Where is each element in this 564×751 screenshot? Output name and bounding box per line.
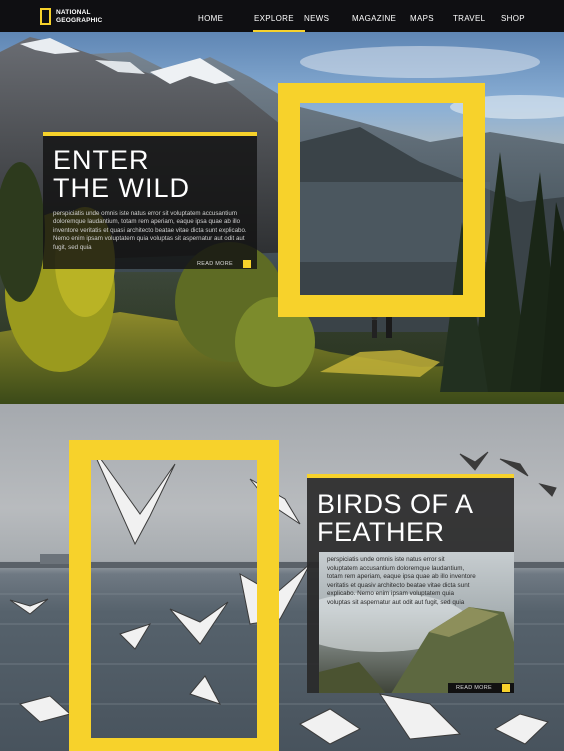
read-more-label: READ MORE	[196, 261, 233, 267]
enter-the-wild-section: ENTER THE WILD perspiciatis unde omnis i…	[0, 32, 564, 404]
nav-news[interactable]: NEWS	[304, 0, 352, 32]
read-more-link[interactable]: READ MORE	[197, 259, 251, 269]
read-more-link[interactable]: READ MORE	[447, 683, 514, 693]
logo-line-2: GEOGRAPHIC	[56, 16, 103, 24]
section-body-text: perspiciatis unde omnis iste natus error…	[53, 210, 247, 251]
nav-magazine[interactable]: MAGAZINE	[352, 0, 410, 32]
nav-shop[interactable]: SHOP	[501, 0, 531, 32]
yellow-border-frame	[278, 83, 485, 317]
main-menu: HOME EXPLORE NEWS MAGAZINE MAPS TRAVEL S…	[198, 0, 531, 32]
nav-explore[interactable]: EXPLORE	[253, 0, 305, 32]
nav-home[interactable]: HOME	[198, 0, 254, 32]
nav-travel[interactable]: TRAVEL	[453, 0, 501, 32]
birds-of-a-feather-card: BIRDS OF A FEATHER perspiciatis unde omn…	[307, 474, 514, 693]
yellow-square-icon	[243, 260, 251, 268]
national-geographic-logo[interactable]: NATIONAL GEOGRAPHIC	[40, 8, 102, 25]
section-title: ENTER THE WILD	[53, 145, 191, 203]
yellow-square-icon	[502, 684, 510, 692]
enter-the-wild-card: ENTER THE WILD perspiciatis unde omnis i…	[43, 132, 257, 269]
top-navigation: NATIONAL GEOGRAPHIC HOME EXPLORE NEWS MA…	[0, 0, 564, 32]
yellow-frame-icon	[40, 8, 51, 25]
section-title: BIRDS OF A FEATHER	[317, 489, 473, 547]
logo-line-1: NATIONAL	[56, 9, 91, 16]
read-more-label: READ MORE	[455, 685, 492, 691]
nav-maps[interactable]: MAPS	[410, 0, 453, 32]
section-body-text: perspiciatis unde omnis iste natus error…	[327, 556, 476, 606]
yellow-border-frame	[69, 440, 279, 751]
